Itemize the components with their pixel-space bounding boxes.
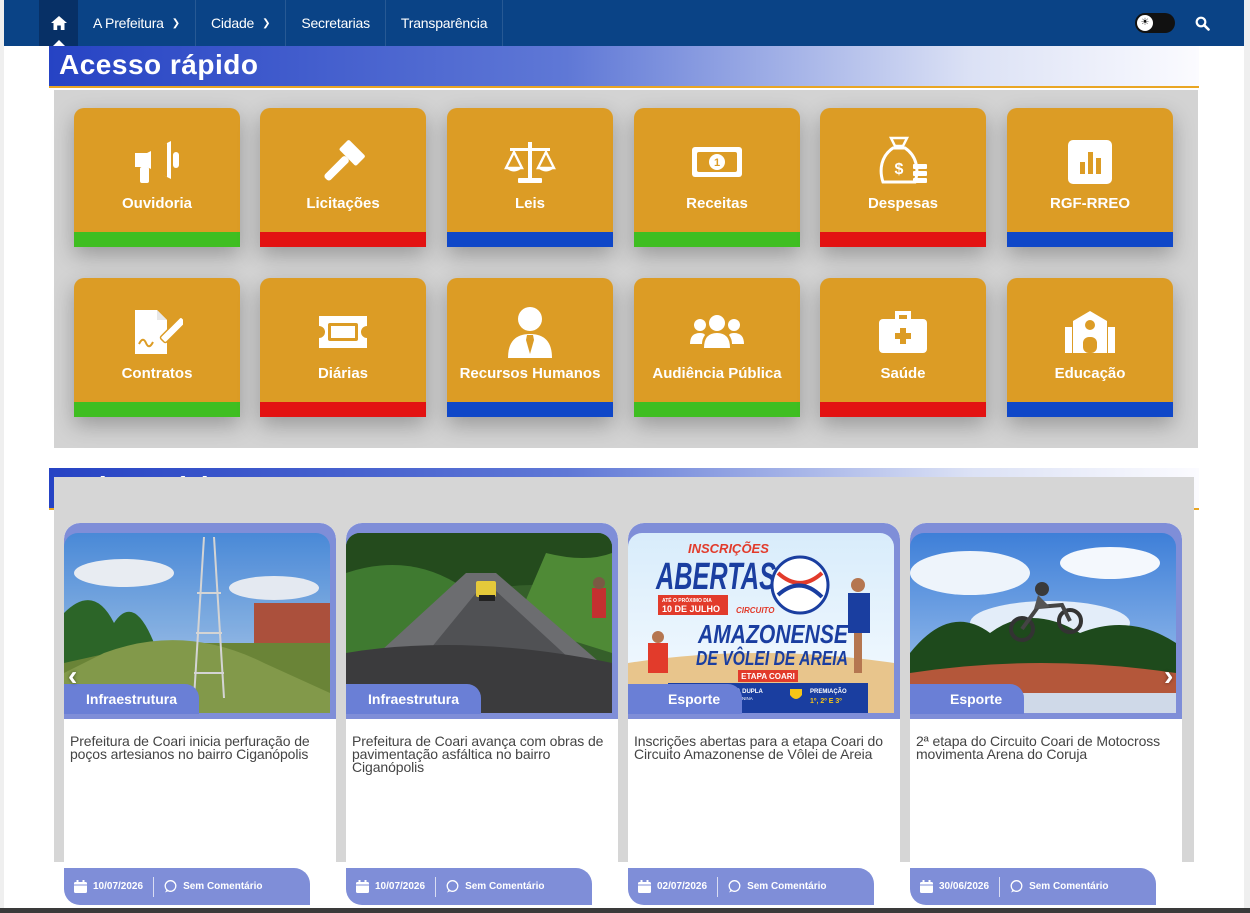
carousel-next-icon[interactable]: ›	[1164, 660, 1173, 692]
news-meta: 10/07/2026 Sem Comentário	[64, 868, 310, 905]
tile-contratos[interactable]: Contratos	[74, 278, 240, 417]
calendar-icon	[920, 880, 933, 893]
nav-cidade[interactable]: Cidade ❯	[196, 0, 287, 46]
news-title[interactable]: 2ª etapa do Circuito Coari de Motocross …	[916, 734, 1172, 761]
calendar-icon	[638, 880, 651, 893]
comment-icon	[446, 880, 459, 893]
category-badge[interactable]: Infraestrutura	[64, 684, 200, 714]
tile-strip	[74, 402, 240, 417]
home-icon	[50, 16, 67, 30]
search-icon[interactable]	[1195, 16, 1210, 31]
news-meta: 02/07/2026 Sem Comentário	[628, 868, 874, 905]
sun-icon: ☀	[1137, 15, 1153, 31]
news-carousel: Infraestrutura Prefeitura de Coari inici…	[54, 477, 1194, 905]
top-nav: A Prefeitura ❯ Cidade ❯ Secretarias Transp…	[4, 0, 1244, 46]
school-icon	[1065, 311, 1115, 353]
comment-icon	[1010, 880, 1023, 893]
news-title[interactable]: Inscrições abertas para a etapa Coari do…	[634, 734, 890, 761]
tile-strip	[1007, 402, 1173, 417]
svg-text:ETAPA COARI: ETAPA COARI	[741, 672, 795, 681]
tile-rgf-rreo[interactable]: RGF-RREO	[1007, 108, 1173, 247]
news-card[interactable]: INSCRIÇÕES ABERTAS ATÉ O PRÓXIMO DIA 10 …	[628, 523, 900, 905]
tile-saude[interactable]: Saúde	[820, 278, 986, 417]
news-title[interactable]: Prefeitura de Coari inicia perfuração de…	[70, 734, 326, 761]
svg-text:ATÉ O PRÓXIMO DIA: ATÉ O PRÓXIMO DIA	[662, 596, 712, 604]
news-card[interactable]: Infraestrutura Prefeitura de Coari avanç…	[346, 523, 618, 905]
megaphone-icon	[135, 141, 179, 183]
svg-text:INSCRIÇÕES: INSCRIÇÕES	[688, 541, 769, 556]
tile-strip	[634, 232, 800, 247]
nav-a-prefeitura[interactable]: A Prefeitura ❯	[78, 0, 196, 46]
news-card[interactable]: Infraestrutura Prefeitura de Coari inici…	[64, 523, 336, 905]
tile-strip	[260, 232, 426, 247]
svg-text:DE VÔLEI DE AREIA: DE VÔLEI DE AREIA	[696, 646, 848, 670]
tile-receitas[interactable]: 1 Receitas	[634, 108, 800, 247]
comment-icon	[164, 880, 177, 893]
quick-access-panel: Ouvidoria Licitações Leis 1 Receitas $ D…	[54, 90, 1198, 448]
tile-strip	[820, 402, 986, 417]
svg-text:$: $	[895, 161, 904, 178]
scale-icon	[504, 142, 556, 183]
svg-text:ABERTAS: ABERTAS	[655, 556, 776, 598]
tile-ouvidoria[interactable]: Ouvidoria	[74, 108, 240, 247]
svg-text:1º, 2º E 3º: 1º, 2º E 3º	[810, 698, 842, 705]
theme-toggle[interactable]: ☀	[1135, 13, 1175, 33]
nav-secretarias[interactable]: Secretarias	[286, 0, 386, 46]
people-group-icon	[690, 315, 744, 348]
ticket-icon	[319, 316, 367, 348]
tile-strip	[1007, 232, 1173, 247]
news-title[interactable]: Prefeitura de Coari avança com obras de …	[352, 734, 608, 774]
category-badge[interactable]: Infraestrutura	[346, 684, 482, 714]
tile-strip	[74, 232, 240, 247]
tile-recursos-humanos[interactable]: Recursos Humanos	[447, 278, 613, 417]
svg-text:10 DE JULHO: 10 DE JULHO	[662, 604, 720, 614]
tile-strip	[447, 402, 613, 417]
news-card[interactable]: Esporte 2ª etapa do Circuito Coari de Mo…	[910, 523, 1182, 905]
nav-transparencia[interactable]: Transparência	[386, 0, 504, 46]
news-meta: 30/06/2026 Sem Comentário	[910, 868, 1156, 905]
tile-strip	[820, 232, 986, 247]
svg-text:CIRCUITO: CIRCUITO	[736, 606, 775, 615]
chevron-down-icon: ❯	[171, 17, 180, 29]
tile-leis[interactable]: Leis	[447, 108, 613, 247]
gavel-icon	[324, 140, 365, 181]
tile-audiencia-publica[interactable]: Audiência Pública	[634, 278, 800, 417]
money-bag-icon: $	[879, 136, 927, 184]
category-badge[interactable]: Esporte	[910, 684, 1025, 714]
calendar-icon	[74, 880, 87, 893]
bottom-edge	[0, 908, 1250, 913]
tile-strip	[260, 402, 426, 417]
money-bill-icon: 1	[692, 147, 742, 177]
person-tie-icon	[508, 307, 552, 358]
news-meta: 10/07/2026 Sem Comentário	[346, 868, 592, 905]
tile-strip	[634, 402, 800, 417]
comment-icon	[728, 880, 741, 893]
quick-access-title: Acesso rápido	[49, 46, 1199, 88]
chevron-down-icon: ❯	[262, 17, 271, 29]
calendar-icon	[356, 880, 369, 893]
medical-kit-icon	[879, 311, 927, 353]
tile-licitacoes[interactable]: Licitações	[260, 108, 426, 247]
tile-educacao[interactable]: Educação	[1007, 278, 1173, 417]
tile-diarias[interactable]: Diárias	[260, 278, 426, 417]
svg-text:1: 1	[714, 157, 720, 169]
bar-chart-icon	[1068, 140, 1112, 184]
carousel-prev-icon[interactable]: ‹	[68, 660, 77, 692]
home-button[interactable]	[39, 0, 78, 46]
svg-text:PREMIAÇÃO: PREMIAÇÃO	[810, 688, 847, 695]
tile-strip	[447, 232, 613, 247]
tile-despesas[interactable]: $ Despesas	[820, 108, 986, 247]
svg-text:AMAZONENSE: AMAZONENSE	[697, 619, 848, 649]
category-badge[interactable]: Esporte	[628, 684, 743, 714]
contract-icon	[135, 310, 183, 354]
